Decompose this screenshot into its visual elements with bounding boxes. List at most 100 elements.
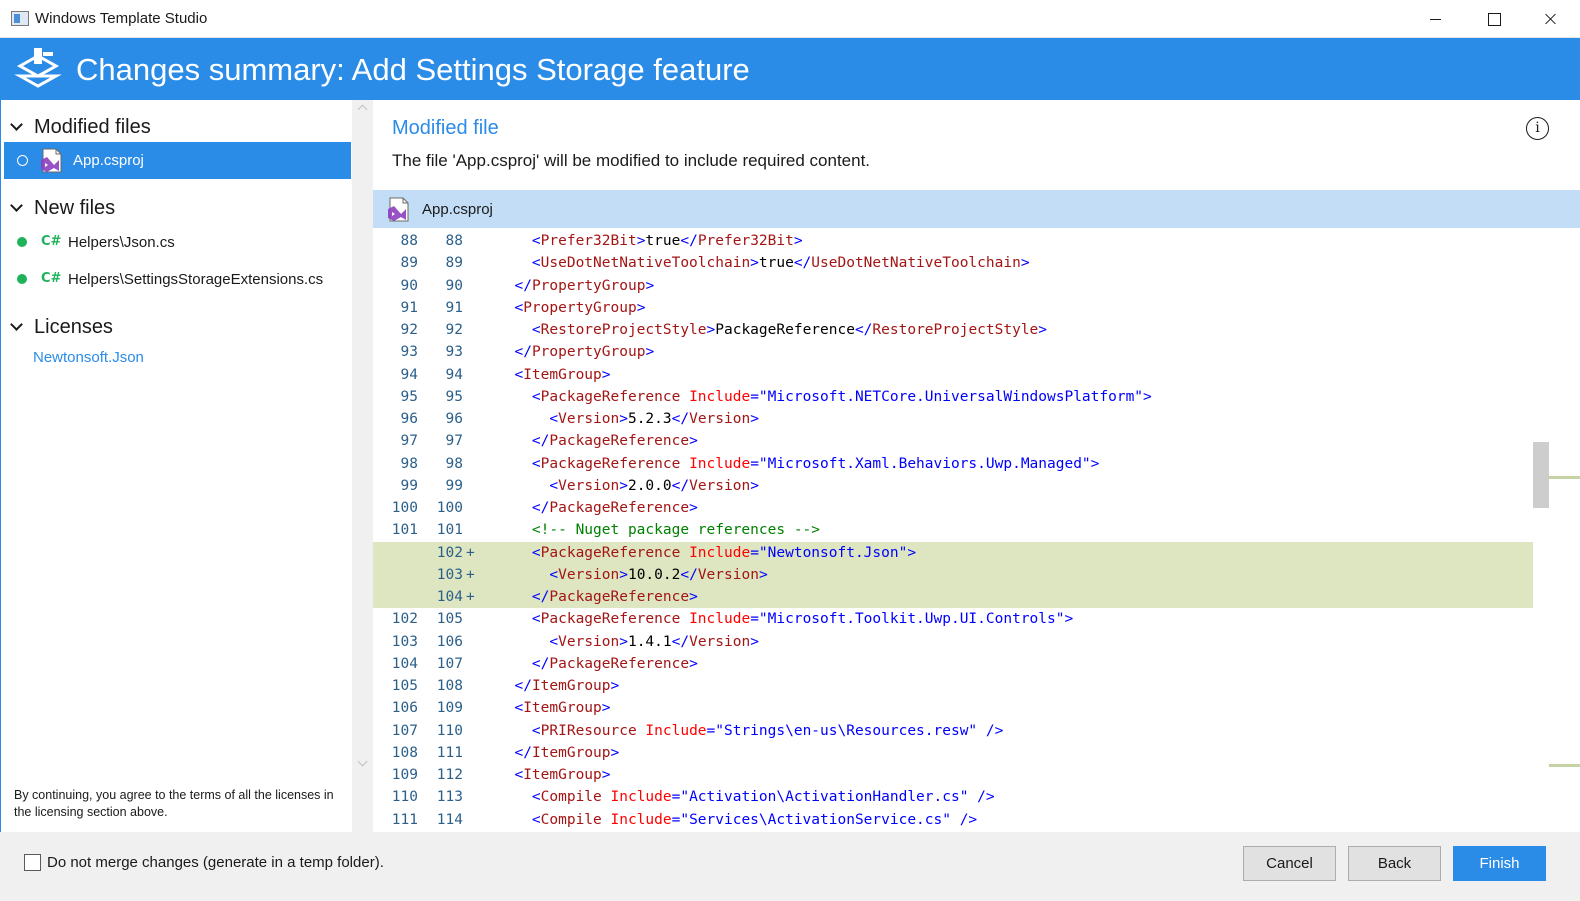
maximize-button[interactable] xyxy=(1464,0,1522,38)
code-text: <Version>1.4.1</Version> xyxy=(479,631,1533,653)
scroll-down-icon[interactable] xyxy=(357,756,368,767)
new-line-number: 88 xyxy=(445,233,463,249)
code-token: PropertyGroup xyxy=(531,344,646,361)
old-line-number: 105 xyxy=(391,678,418,694)
code-token: < xyxy=(514,366,524,383)
code-token: < xyxy=(531,789,541,806)
code-scrollbar[interactable] xyxy=(1533,230,1580,836)
code-token: < xyxy=(549,477,559,494)
code-token: </ xyxy=(514,678,532,694)
group-new-files[interactable]: New files xyxy=(7,197,347,225)
code-token: = xyxy=(750,611,759,628)
group-modified-files[interactable]: Modified files xyxy=(7,116,347,144)
code-token: ItemGroup xyxy=(523,366,602,383)
code-text: </PackageReference> xyxy=(479,430,1533,452)
old-line-number: 104 xyxy=(391,655,418,672)
code-token: > xyxy=(645,344,655,361)
code-token: > xyxy=(601,366,611,383)
group-label: Licenses xyxy=(34,316,113,338)
new-line-number: 89 xyxy=(445,255,463,272)
window-titlebar: Windows Template Studio xyxy=(0,0,1580,38)
finish-button[interactable]: Finish xyxy=(1453,846,1546,881)
code-token: ItemGroup xyxy=(523,700,602,717)
main-panel: Modified file i The file 'App.csproj' wi… xyxy=(373,100,1580,836)
old-line-number: 89 xyxy=(400,255,418,272)
group-licenses[interactable]: Licenses xyxy=(7,316,347,344)
new-line-number: 94 xyxy=(445,366,463,383)
new-line-number: 100 xyxy=(436,500,463,516)
code-line: 100 100 </PackageReference> xyxy=(373,497,1533,519)
code-token: = xyxy=(750,455,759,472)
new-line-number: 101 xyxy=(436,522,463,539)
close-button[interactable] xyxy=(1522,0,1580,38)
old-line-number: 109 xyxy=(391,767,418,783)
code-token: > xyxy=(689,589,698,605)
back-button[interactable]: Back xyxy=(1348,846,1441,881)
new-line-number: 91 xyxy=(445,299,463,316)
code-line: 90 90 </PropertyGroup> xyxy=(373,275,1533,297)
code-token: > xyxy=(619,477,628,494)
file-item-app-csproj[interactable]: App.csproj xyxy=(4,142,351,179)
code-token: > xyxy=(619,411,628,427)
code-token: Version xyxy=(689,633,751,650)
scrollbar-thumb[interactable] xyxy=(1533,442,1549,508)
minimize-button[interactable] xyxy=(1406,0,1464,38)
code-token: Prefer32Bit xyxy=(540,233,637,249)
code-token: /> xyxy=(985,722,1004,739)
code-text: <PackageReference Include="Newtonsoft.Js… xyxy=(479,541,1533,564)
code-line: 108 111 </ItemGroup> xyxy=(373,742,1533,764)
file-item-json-cs[interactable]: C# Helpers\Json.cs xyxy=(4,224,351,261)
code-token: Compile xyxy=(540,789,602,806)
code-line: 97 97 </PackageReference> xyxy=(373,430,1533,452)
license-link-newtonsoft-json[interactable]: Newtonsoft.Json xyxy=(33,349,144,366)
code-text: <PackageReference Include="Microsoft.Xam… xyxy=(479,453,1533,475)
sidebar-scrollbar[interactable] xyxy=(352,100,373,836)
code-token: Include xyxy=(610,789,672,806)
code-token: </ xyxy=(671,411,690,427)
code-text: </ItemGroup> xyxy=(479,742,1533,764)
code-token: "Services\ActivationService.cs" xyxy=(680,811,951,828)
code-token: PropertyGroup xyxy=(531,277,646,294)
code-token: < xyxy=(531,455,541,472)
code-token: > xyxy=(706,322,716,338)
code-text: <UseDotNetNativeToolchain>true</UseDotNe… xyxy=(479,252,1533,274)
code-token: Include xyxy=(610,811,672,828)
code-text: <PackageReference Include="Microsoft.Too… xyxy=(479,608,1533,630)
code-token: </ xyxy=(514,744,532,761)
windows-template-studio-logo-icon xyxy=(14,48,62,88)
info-icon[interactable]: i xyxy=(1526,117,1549,140)
do-not-merge-label[interactable]: Do not merge changes (generate in a temp… xyxy=(47,854,384,871)
code-text: </PackageReference> xyxy=(479,497,1533,519)
code-token: > xyxy=(758,566,768,583)
scroll-up-icon[interactable] xyxy=(357,104,368,115)
csharp-file-icon: C# xyxy=(41,271,62,286)
license-terms-text: By continuing, you agree to the terms of… xyxy=(14,788,334,819)
code-token: 1.4.1 xyxy=(627,633,672,650)
new-line-number: 112 xyxy=(436,767,463,783)
code-diff-view[interactable]: 88 88 <Prefer32Bit>true</Prefer32Bit> 89 89… xyxy=(373,230,1533,836)
code-text: <Version>2.0.0</Version> xyxy=(479,475,1533,497)
code-line-added: 102 + <PackageReference Include="Newtonso… xyxy=(373,541,1533,564)
file-item-settings-storage-extensions-cs[interactable]: C# Helpers\SettingsStorageExtensions.cs xyxy=(4,261,351,298)
code-token: > xyxy=(750,477,759,494)
code-line-added: 103 + <Version>10.0.2</Version> xyxy=(373,563,1533,586)
diff-marker: + xyxy=(466,589,475,605)
code-token: ItemGroup xyxy=(531,744,611,761)
do-not-merge-checkbox[interactable] xyxy=(24,854,41,871)
new-line-number: 106 xyxy=(436,633,463,650)
new-line-number: 114 xyxy=(436,811,463,828)
code-token: "Newtonsoft.Json" xyxy=(758,544,908,561)
code-token: </ xyxy=(854,322,873,338)
code-text: <Version>5.2.3</Version> xyxy=(479,408,1533,430)
cancel-button[interactable]: Cancel xyxy=(1243,846,1336,881)
